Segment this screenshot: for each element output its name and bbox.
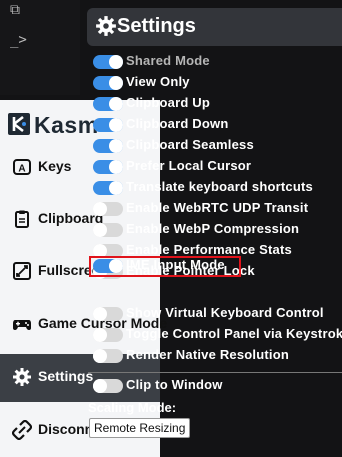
kasm-logo-icon [8, 113, 30, 135]
toggle-switch[interactable] [93, 118, 123, 132]
option-label: Clipboard Seamless [126, 137, 254, 152]
gear-icon [13, 368, 31, 386]
option-toggle-control-panel[interactable]: Toggle Control Panel via Keystrokes [93, 325, 342, 345]
option-view-only[interactable]: View Only [93, 73, 342, 93]
option-label: Translate keyboard shortcuts [126, 179, 313, 194]
toggle-switch[interactable] [93, 202, 123, 216]
toggle-switch[interactable] [93, 97, 123, 111]
disconnect-icon [12, 420, 32, 440]
option-webrtc-udp[interactable]: Enable WebRTC UDP Transit [93, 199, 342, 219]
svg-text:A: A [18, 164, 25, 175]
toggle-switch[interactable] [93, 307, 123, 321]
option-label: Toggle Control Panel via Keystrokes [126, 326, 342, 341]
option-virtual-keyboard[interactable]: Show Virtual Keyboard Control [93, 304, 342, 324]
option-webp-compression[interactable]: Enable WebP Compression [93, 220, 342, 240]
option-label: Render Native Resolution [126, 347, 289, 362]
keyboard-icon: A [13, 159, 31, 175]
option-clipboard-down[interactable]: Clipboard Down [93, 115, 342, 135]
settings-title: Settings [117, 15, 196, 37]
scaling-mode-select[interactable]: Remote Resizing [89, 418, 191, 438]
terminal-strip: ⧉ _> [0, 0, 80, 95]
option-native-resolution[interactable]: Render Native Resolution [93, 346, 342, 366]
option-label: Clipboard Up [126, 95, 211, 110]
toggle-switch[interactable] [93, 223, 123, 237]
highlight-box [89, 256, 241, 277]
option-translate-shortcuts[interactable]: Translate keyboard shortcuts [93, 178, 342, 198]
toggle-switch[interactable] [93, 349, 123, 363]
option-label: Clipboard Down [126, 116, 229, 131]
clipboard-icon [15, 210, 29, 228]
gear-icon [96, 16, 116, 36]
toggle-switch[interactable] [93, 76, 123, 90]
option-label: Shared Mode [126, 53, 210, 68]
kasm-brand-text: Kasm [34, 112, 99, 138]
toggle-switch[interactable] [93, 379, 123, 393]
option-clipboard-up[interactable]: Clipboard Up [93, 94, 342, 114]
option-label: Prefer Local Cursor [126, 158, 252, 173]
option-shared-mode[interactable]: Shared Mode [93, 52, 342, 72]
toggle-switch[interactable] [93, 181, 123, 195]
option-label: Clip to Window [126, 377, 223, 392]
option-label: Enable Performance Stats [126, 242, 292, 257]
copy-icon[interactable]: ⧉ [10, 2, 20, 18]
sidebar-item-label: Settings [38, 368, 94, 384]
toggle-switch[interactable] [93, 328, 123, 342]
option-clip-to-window[interactable]: Clip to Window [93, 376, 342, 396]
settings-header: Settings [87, 8, 342, 46]
expand-icon [13, 262, 31, 280]
gamepad-icon [13, 320, 31, 330]
option-label: Enable WebP Compression [126, 221, 300, 236]
scaling-mode-label: Scaling Mode: [88, 400, 177, 415]
option-clipboard-seamless[interactable]: Clipboard Seamless [93, 136, 342, 156]
toggle-switch[interactable] [93, 160, 123, 174]
option-label: Enable WebRTC UDP Transit [126, 200, 309, 215]
option-prefer-local-cursor[interactable]: Prefer Local Cursor [93, 157, 342, 177]
toggle-switch[interactable] [93, 55, 123, 69]
option-label: View Only [126, 74, 190, 89]
sidebar-item-label: Keys [38, 158, 72, 174]
option-label: Show Virtual Keyboard Control [126, 305, 324, 320]
terminal-icon[interactable]: _> [10, 32, 27, 48]
divider [88, 372, 342, 373]
toggle-switch[interactable] [93, 139, 123, 153]
